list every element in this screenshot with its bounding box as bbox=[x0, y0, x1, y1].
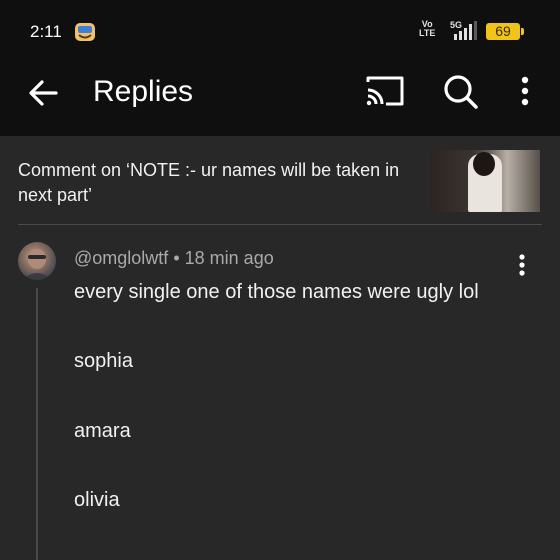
avatar-image bbox=[22, 249, 52, 280]
comment-time: 18 min ago bbox=[184, 248, 274, 268]
signal-strength-icon: 5G bbox=[450, 20, 477, 40]
cast-icon[interactable] bbox=[362, 70, 408, 112]
signal-label: 5G bbox=[450, 20, 462, 30]
comment-text-line: amara bbox=[74, 420, 131, 442]
back-arrow-icon[interactable] bbox=[22, 72, 64, 114]
comment-context[interactable]: Comment on ‘NOTE :- ur names will be tak… bbox=[0, 136, 560, 226]
comment-meta: @omglolwtf • 18 min ago bbox=[74, 247, 274, 269]
battery-indicator: 69 bbox=[486, 23, 524, 40]
divider bbox=[18, 224, 542, 225]
battery-level: 69 bbox=[495, 23, 511, 39]
thread-line bbox=[36, 288, 38, 560]
volte-indicator: Vo LTE bbox=[419, 19, 436, 38]
search-icon[interactable] bbox=[438, 70, 482, 114]
video-thumbnail[interactable] bbox=[430, 150, 540, 212]
comment-author[interactable]: @omglolwtf bbox=[74, 248, 168, 268]
app-bar: Replies bbox=[0, 50, 560, 136]
meta-separator: • bbox=[173, 248, 180, 268]
context-text: Comment on ‘NOTE :- ur names will be tak… bbox=[18, 160, 400, 205]
comment-more-icon[interactable] bbox=[510, 250, 534, 280]
comment-text-line: olivia bbox=[74, 489, 120, 511]
page-title: Replies bbox=[93, 75, 194, 108]
status-bar: 2:11 Vo LTE 5G 69 bbox=[0, 0, 560, 50]
thumbnail-figure-head bbox=[473, 152, 495, 176]
status-time: 2:11 bbox=[30, 22, 62, 41]
more-vert-icon[interactable] bbox=[510, 70, 540, 114]
avatar[interactable] bbox=[18, 242, 56, 280]
comment-text-line: sophia bbox=[74, 350, 133, 372]
comment-text-line: every single one of those names were ugl… bbox=[74, 281, 479, 303]
app-notification-icon bbox=[75, 23, 95, 41]
